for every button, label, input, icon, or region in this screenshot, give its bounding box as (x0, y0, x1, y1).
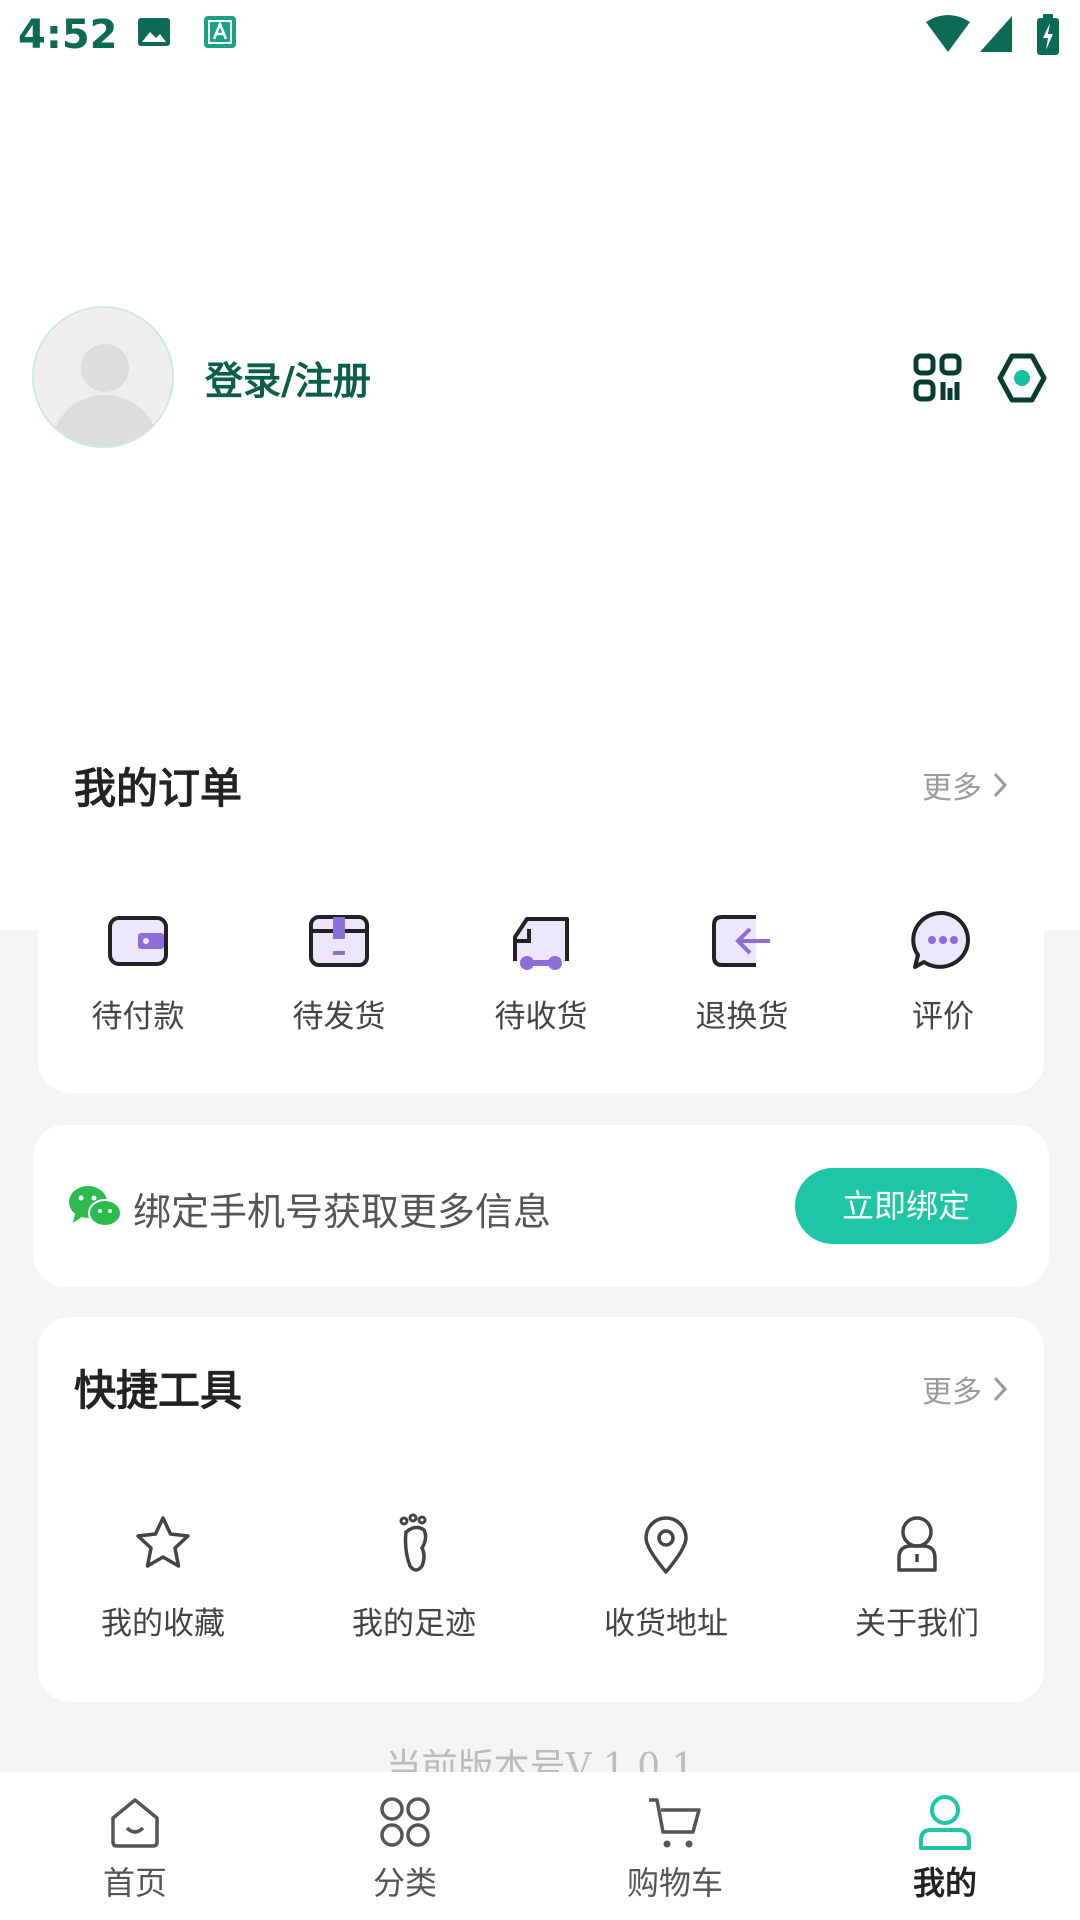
nav-label: 我的 (912, 1864, 977, 1902)
home-icon (111, 1798, 159, 1848)
status-time: 4:52 (18, 12, 118, 58)
nav-label: 分类 (372, 1864, 437, 1902)
order-label: 待发货 (292, 999, 386, 1035)
order-label: 待付款 (91, 999, 185, 1035)
nav-label: 购物车 (626, 1864, 723, 1902)
category-icon (380, 1797, 430, 1847)
package-icon (309, 915, 369, 967)
comment-icon (911, 910, 970, 969)
order-status-review[interactable]: 评价 (843, 905, 1043, 1036)
gallery-notification-icon (136, 14, 172, 54)
delivery-truck-icon (513, 917, 569, 970)
qr-code-icon[interactable] (912, 352, 964, 404)
order-status-awaiting-shipment[interactable]: 待发货 (239, 905, 439, 1036)
location-pin-icon (644, 1516, 688, 1574)
login-register-link[interactable]: 登录/注册 (205, 350, 371, 405)
orders-title: 我的订单 (74, 764, 243, 813)
tools-title: 快捷工具 (74, 1366, 243, 1415)
return-icon (712, 915, 770, 967)
settings-icon[interactable] (996, 352, 1048, 404)
footprint-icon (399, 1513, 428, 1572)
order-label: 退换货 (695, 999, 789, 1035)
order-status-awaiting-receipt[interactable]: 待收货 (441, 905, 641, 1036)
tools-more-link[interactable]: 更多 (922, 1367, 1010, 1411)
font-notification-icon (202, 14, 238, 54)
chevron-right-icon (993, 1376, 1008, 1402)
cell-signal-icon (978, 14, 1014, 58)
tool-favorites[interactable]: 我的收藏 (38, 1512, 288, 1643)
bind-now-button[interactable]: 立即绑定 (795, 1168, 1017, 1244)
nav-cart[interactable]: 购物车 (585, 1792, 765, 1904)
tool-label: 收货地址 (604, 1606, 728, 1642)
order-status-return-exchange[interactable]: 退换货 (642, 905, 842, 1036)
tool-label: 我的足迹 (352, 1606, 476, 1642)
nav-label: 首页 (102, 1864, 167, 1902)
nav-home[interactable]: 首页 (45, 1792, 225, 1904)
tool-label: 关于我们 (855, 1606, 979, 1642)
chevron-right-icon (993, 772, 1008, 798)
tool-about-us[interactable]: 关于我们 (792, 1512, 1042, 1643)
orders-more-link[interactable]: 更多 (922, 763, 1010, 807)
bind-phone-text: 绑定手机号获取更多信息 (133, 1190, 552, 1234)
order-label: 评价 (912, 999, 974, 1035)
avatar[interactable] (32, 306, 174, 448)
cart-icon (649, 1798, 701, 1848)
tool-label: 我的收藏 (101, 1606, 225, 1642)
nav-category[interactable]: 分类 (315, 1792, 495, 1904)
star-icon (136, 1516, 190, 1568)
battery-icon (1036, 14, 1060, 60)
tools-more-label: 更多 (922, 1375, 982, 1410)
profile-icon (919, 1795, 971, 1850)
tool-footprints[interactable]: 我的足迹 (289, 1512, 539, 1643)
wifi-icon (924, 14, 972, 58)
status-bar: 4:52 (0, 0, 1080, 72)
nav-profile[interactable]: 我的 (855, 1792, 1035, 1904)
tool-shipping-address[interactable]: 收货地址 (541, 1512, 791, 1643)
bottom-nav: 首页 分类 购物车 我的 (0, 1772, 1080, 1920)
my-orders-card: 我的订单 更多 待付款 待发货 待收货 退换货 评价 (38, 705, 1044, 1093)
order-status-pending-payment[interactable]: 待付款 (38, 905, 238, 1036)
bind-phone-card: 绑定手机号获取更多信息 立即绑定 (33, 1125, 1049, 1287)
wallet-icon (108, 916, 168, 966)
orders-more-label: 更多 (922, 771, 982, 806)
about-us-icon (897, 1516, 937, 1572)
order-label: 待收货 (494, 999, 588, 1035)
wechat-icon (67, 1183, 123, 1235)
quick-tools-card: 快捷工具 更多 我的收藏 我的足迹 收货地址 关于我们 (38, 1317, 1044, 1702)
